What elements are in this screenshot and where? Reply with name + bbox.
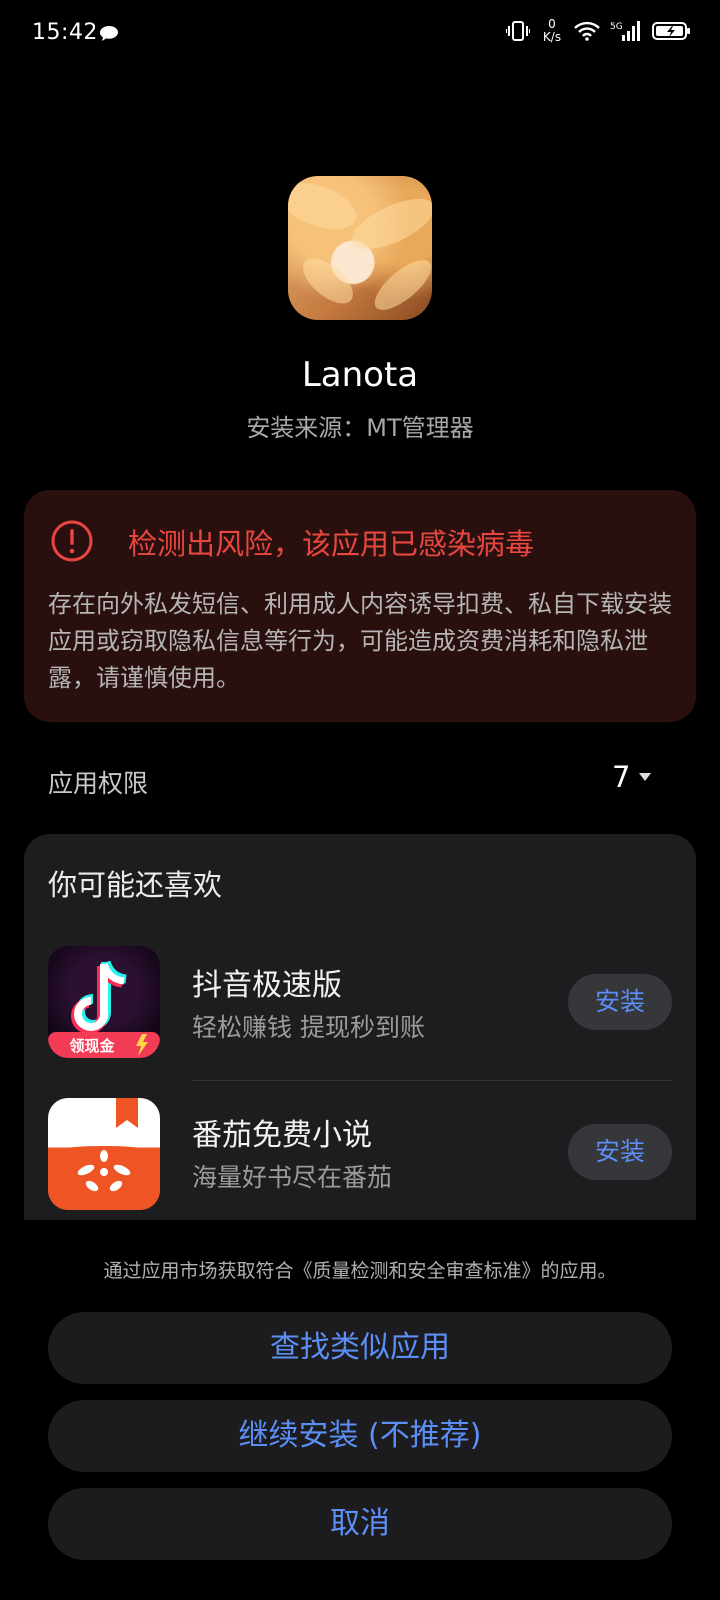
net-speed: 0 K/s [540, 18, 564, 44]
fanqie-app-icon[interactable] [48, 1098, 160, 1210]
warning-icon [51, 520, 93, 562]
signal-icon: 5G [610, 21, 640, 41]
permissions-count[interactable]: 7 [612, 760, 630, 794]
permissions-label[interactable]: 应用权限 [48, 764, 148, 800]
chat-bubble-icon [100, 26, 118, 41]
continue-install-button[interactable]: 继续安装 (不推荐) [48, 1400, 672, 1472]
tomato-book-icon [48, 1098, 160, 1210]
warning-title: 检测出风险，该应用已感染病毒 [128, 527, 535, 561]
app-icon [288, 176, 432, 320]
warning-body: 存在向外私发短信、利用成人内容诱导扣费、私自下载安装应用或窃取隐私信息等行为，可… [48, 590, 672, 692]
install-douyin-button[interactable]: 安装 [568, 974, 672, 1030]
caret-down-icon[interactable] [638, 772, 652, 782]
battery-charging-icon [652, 22, 690, 40]
music-note-icon: 领现金 [48, 960, 160, 1058]
install-source: 安装来源：MT管理器 [246, 414, 474, 442]
wifi-icon [574, 21, 600, 41]
fanqie-app-desc: 海量好书尽在番茄 [192, 1163, 393, 1192]
cancel-button[interactable]: 取消 [48, 1488, 672, 1560]
list-divider [192, 1080, 672, 1081]
status-time: 15:42 [32, 20, 98, 45]
status-icons: 0 K/s 5G [506, 18, 692, 44]
recommendation-title: 你可能还喜欢 [48, 868, 223, 902]
install-fanqie-button[interactable]: 安装 [568, 1124, 672, 1180]
footer-note: 通过应用市场获取符合《质量检测和安全审查标准》的应用。 [103, 1260, 617, 1282]
douyin-app-name[interactable]: 抖音极速版 [192, 960, 342, 1004]
net-speed-unit: K/s [542, 30, 562, 44]
network-type: 5G [610, 22, 623, 32]
douyin-app-desc: 轻松赚钱 提现秒到账 [192, 1013, 425, 1042]
douyin-app-icon[interactable]: 领现金 [48, 946, 160, 1058]
vibrate-icon [506, 21, 530, 41]
fanqie-app-name[interactable]: 番茄免费小说 [192, 1110, 372, 1154]
douyin-badge: 领现金 [68, 1037, 115, 1055]
app-name: Lanota [301, 355, 419, 395]
find-similar-apps-button[interactable]: 查找类似应用 [48, 1312, 672, 1384]
